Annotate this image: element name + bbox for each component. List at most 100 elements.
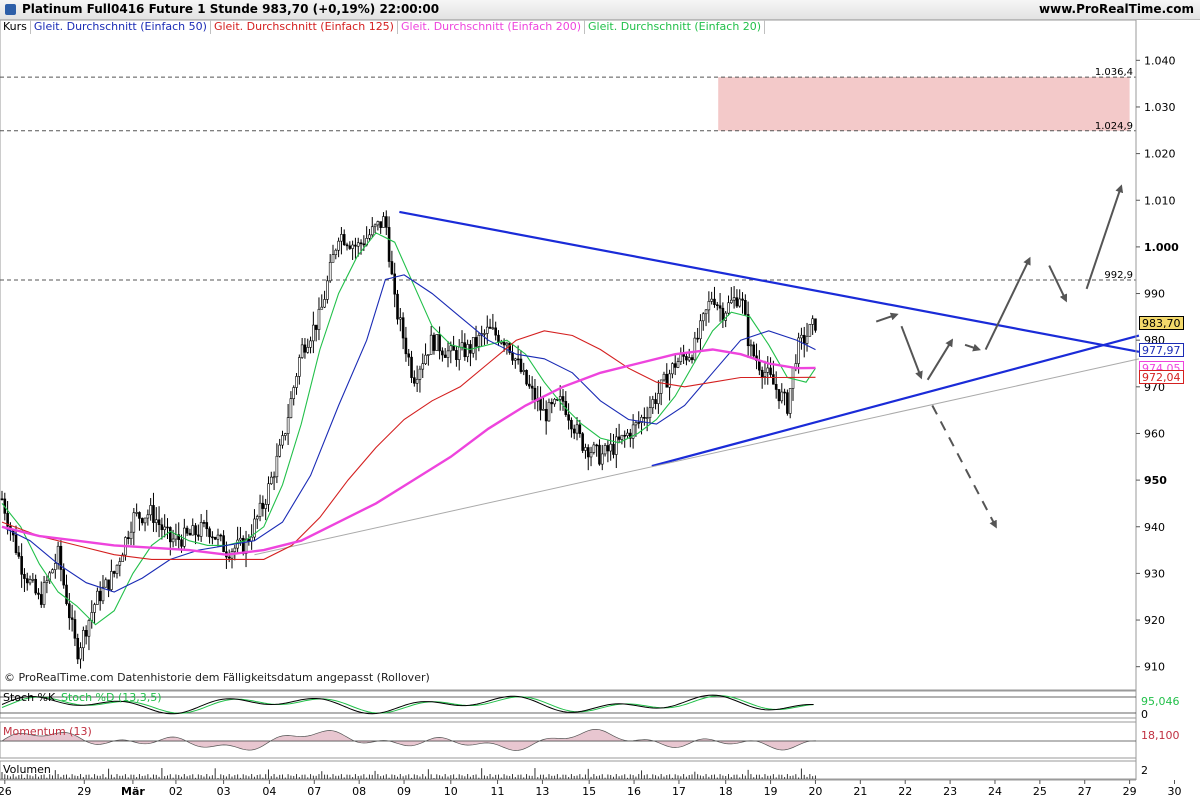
candle-body [323, 299, 326, 308]
candle-body [539, 398, 542, 411]
candle-body [460, 342, 464, 348]
candle-body [17, 552, 21, 557]
candle-body [303, 344, 307, 353]
candle-body [637, 422, 641, 424]
y-tick-label-3: 940 [1144, 521, 1165, 534]
candle-body [56, 545, 60, 564]
x-tick-label-3: 02 [169, 785, 183, 798]
legend-item-3[interactable]: Gleit. Durchschnitt (Einfach 200) [398, 20, 586, 34]
candle-body [665, 373, 669, 388]
candle-body [657, 393, 660, 404]
y-tick-label-10: 1.010 [1144, 194, 1176, 207]
candle-body [239, 537, 242, 541]
candle-body [626, 432, 629, 437]
x-tick-label-13: 16 [627, 785, 641, 798]
candle-body [404, 337, 408, 355]
candle-body [396, 293, 399, 320]
candle-body [581, 433, 584, 451]
candle-body [600, 453, 604, 465]
legend-item-0[interactable]: Kurs [0, 20, 31, 34]
candle-body [696, 337, 699, 340]
level-label-1: 1.024,9 [1095, 121, 1133, 132]
candle-body [516, 358, 520, 361]
x-tick-label-16: 19 [764, 785, 778, 798]
candle-body [188, 532, 192, 536]
candle-body [399, 317, 402, 320]
candle-body [28, 579, 32, 584]
candle-body [79, 647, 82, 660]
candle-body [154, 519, 158, 523]
candle-body [634, 422, 638, 426]
candle-body [370, 226, 374, 236]
candle-body [295, 376, 298, 388]
candle-body [598, 444, 601, 465]
candle-body [326, 280, 329, 300]
candle-body [542, 409, 545, 411]
candle-body [558, 396, 562, 400]
candle-body [359, 242, 363, 245]
y-tick-label-9: 1.000 [1144, 241, 1179, 254]
candle-body [169, 527, 172, 543]
candle-body [701, 313, 705, 322]
candle-body [570, 419, 573, 430]
candle-body [463, 342, 467, 358]
candle-body [749, 344, 753, 347]
candle-body [337, 240, 340, 251]
x-tick-label-24: 29 [1123, 785, 1137, 798]
candle-body [317, 308, 321, 330]
level-label-2: 992,9 [1104, 270, 1133, 281]
y-tick-label-4: 950 [1144, 474, 1167, 487]
candle-body [584, 447, 587, 451]
candle-body [199, 522, 203, 537]
candle-body [676, 361, 680, 368]
candle-body [289, 398, 293, 418]
candle-body [550, 401, 554, 405]
candle-body [202, 522, 206, 524]
candle-body [432, 334, 436, 351]
candle-body [780, 391, 784, 402]
candle-body [603, 445, 607, 455]
candle-body [673, 363, 677, 368]
candle-body [648, 407, 652, 418]
x-tick-label-11: 13 [535, 785, 549, 798]
candle-body [575, 424, 579, 434]
candle-body [505, 342, 509, 346]
candle-body [553, 398, 556, 405]
candle-body [415, 378, 419, 384]
candle-body [104, 579, 108, 588]
x-tick-label-15: 18 [719, 785, 733, 798]
x-tick-label-10: 11 [491, 785, 505, 798]
legend-item-4[interactable]: Gleit. Durchschnitt (Einfach 20) [585, 20, 766, 34]
candle-body [443, 354, 447, 358]
candle-body [23, 574, 26, 579]
candle-body [802, 334, 806, 344]
candle-body [135, 512, 138, 514]
candle-body [477, 335, 481, 347]
candle-body [427, 354, 430, 356]
candle-body [351, 244, 354, 249]
candle-body [286, 417, 290, 434]
candle-body [758, 360, 761, 371]
candle-body [197, 534, 200, 537]
candle-body [713, 298, 716, 306]
x-tick-label-18: 21 [853, 785, 867, 798]
legend-item-1[interactable]: Gleit. Durchschnitt (Einfach 50) [31, 20, 211, 34]
candle-body [483, 333, 486, 335]
candle-body [334, 249, 338, 255]
candle-body [499, 341, 503, 344]
candle-body [494, 327, 497, 336]
candle-body [222, 535, 225, 553]
x-tick-label-5: 04 [262, 785, 276, 798]
x-tick-label-8: 09 [397, 785, 411, 798]
candle-body [727, 302, 730, 314]
candle-body [138, 512, 141, 519]
candle-body [373, 224, 377, 228]
x-tick-label-1: 29 [77, 785, 91, 798]
brand-link[interactable]: www.ProRealTime.com [1039, 2, 1194, 16]
x-tick-label-22: 25 [1033, 785, 1047, 798]
candle-body [31, 578, 35, 581]
legend-item-2[interactable]: Gleit. Durchschnitt (Einfach 125) [211, 20, 398, 34]
candle-body [51, 569, 54, 574]
candle-body [474, 337, 478, 347]
title-bar: Platinum Full0416 Future 1 Stunde 983,70… [0, 0, 1200, 20]
